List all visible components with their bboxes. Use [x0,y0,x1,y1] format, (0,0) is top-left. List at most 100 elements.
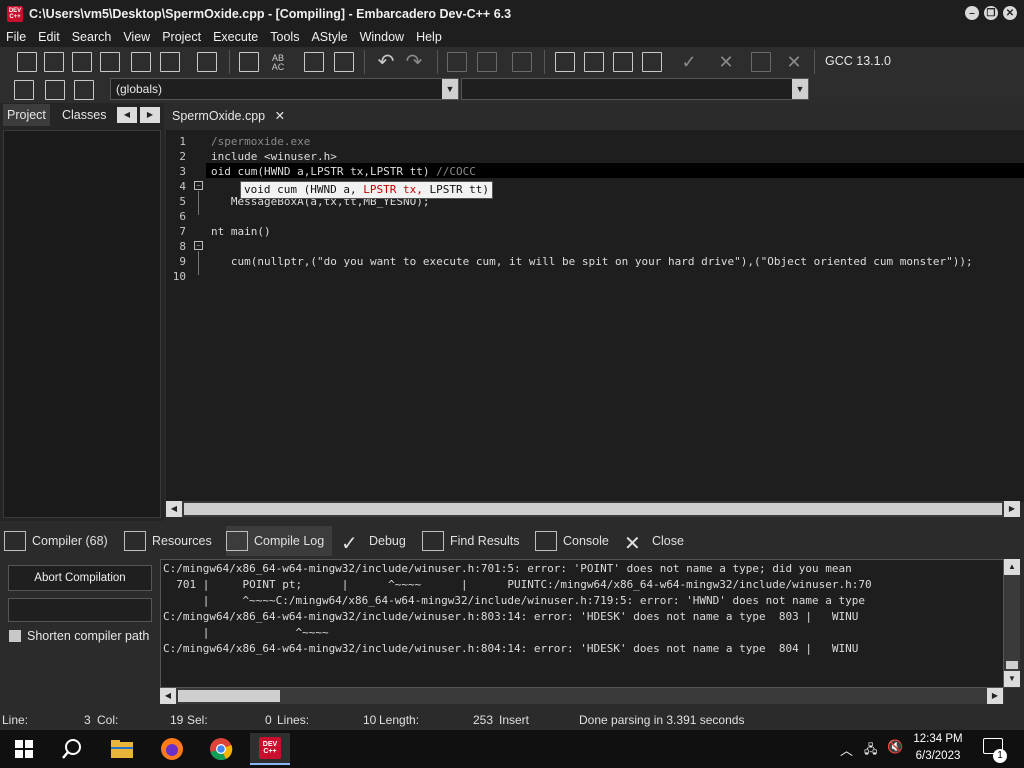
close-file-icon[interactable] [131,52,151,72]
scroll-left-icon[interactable]: ◀ [160,688,176,704]
minimize-button[interactable]: – [965,6,979,20]
log-line: | ^~~~~ [163,626,329,639]
close-window-button[interactable]: ✕ [1003,6,1017,20]
volume-muted-icon[interactable]: 🔇 [887,739,903,755]
scope-combo[interactable]: (globals) ▼ [110,78,459,100]
tab-classes[interactable]: Classes [58,104,110,126]
scrollbar-thumb[interactable] [184,503,1002,515]
tab-compile-log[interactable]: Compile Log [226,526,333,556]
file-explorer-icon[interactable] [106,733,138,765]
windows-start-icon[interactable] [8,733,40,765]
menu-view[interactable]: View [117,30,156,44]
menu-execute[interactable]: Execute [207,30,264,44]
goto-icon[interactable] [14,80,34,100]
rebuild-icon[interactable] [642,52,662,72]
tab-close[interactable]: ✕ Close [624,526,684,556]
log-line: 701 | POINT pt; | ^~~~~ | PUINTC:/mingw6… [163,578,872,591]
tab-scroll-left-icon[interactable]: ◀ [117,107,137,123]
menu-project[interactable]: Project [156,30,207,44]
menu-search[interactable]: Search [66,30,118,44]
delete-profile-icon[interactable]: ✕ [782,52,806,72]
network-icon[interactable]: 🖧 [864,740,877,761]
menu-window[interactable]: Window [354,30,410,44]
bookmark-icon[interactable] [45,80,65,100]
console-icon [535,531,557,551]
check-icon: ✓ [341,533,358,555]
fold-line [198,191,199,215]
unindent-icon[interactable] [334,52,354,72]
search-icon[interactable] [56,733,88,765]
chevron-up-icon[interactable]: ︿ [840,740,853,759]
compile-run-icon[interactable] [613,52,633,72]
scrollbar-thumb[interactable] [1006,661,1018,669]
tab-scroll-right-icon[interactable]: ▶ [140,107,160,123]
compiler-selector[interactable]: GCC 13.1.0 [825,54,891,68]
line-number: 5 [179,195,186,208]
chevron-down-icon[interactable]: ▼ [442,79,458,99]
remove-project-icon[interactable] [477,52,497,72]
open-folder-icon[interactable] [44,52,64,72]
chevron-down-icon[interactable]: ▼ [792,79,808,99]
print-icon[interactable] [197,52,217,72]
code-line: cum(nullptr,("do you want to execute cum… [211,255,973,268]
new-file-icon[interactable] [17,52,37,72]
run-icon[interactable] [584,52,604,72]
grid-icon [4,531,26,551]
toolbar-separator [544,50,545,74]
scroll-right-icon[interactable]: ▶ [1004,501,1020,517]
devcpp-app-icon[interactable]: DEV C++ [7,5,23,22]
project-options-icon[interactable] [512,52,532,72]
editor-tab[interactable]: SpermOxide.cpp ✕ [166,104,286,128]
profile-icon[interactable] [751,52,771,72]
stop-execution-icon[interactable]: ✕ [714,52,738,72]
tab-debug[interactable]: ✓ Debug [341,526,406,556]
code-text: oid cum(HWND a,LPSTR tx,LPSTR tt) [211,165,437,178]
fold-toggle-icon[interactable]: − [194,241,203,250]
tab-console[interactable]: Console [535,526,609,556]
log-horizontal-scrollbar[interactable] [160,688,1004,704]
check-syntax-icon[interactable]: ✓ [677,52,701,72]
tab-project[interactable]: Project [3,104,50,126]
tab-resources[interactable]: Resources [124,526,212,556]
clock-date[interactable]: 6/3/2023 [905,750,971,762]
firefox-icon[interactable] [156,733,188,765]
close-all-icon[interactable] [160,52,180,72]
tab-label: Compile Log [254,534,325,548]
restore-button[interactable]: ❐ [984,6,998,20]
redo-icon[interactable]: ↷ [402,52,426,72]
fold-toggle-icon[interactable]: − [194,181,203,190]
rename-icon[interactable]: AB AC [266,54,290,72]
undo-icon[interactable]: ↶ [374,52,398,72]
abort-compilation-button[interactable]: Abort Compilation [8,565,152,591]
save-icon[interactable] [72,52,92,72]
line-number: 9 [179,255,186,268]
chrome-icon[interactable] [205,733,237,765]
notification-count-badge: 1 [993,749,1007,763]
scroll-right-icon[interactable]: ▶ [987,688,1003,704]
function-combo[interactable]: ▼ [461,78,809,100]
menu-file[interactable]: File [0,30,32,44]
scroll-left-icon[interactable]: ◀ [166,501,182,517]
project-tree[interactable] [3,130,161,518]
scrollbar-thumb[interactable] [178,690,280,702]
menu-help[interactable]: Help [410,30,448,44]
scroll-up-icon[interactable]: ▲ [1004,559,1020,575]
menu-tools[interactable]: Tools [264,30,305,44]
shorten-path-checkbox[interactable]: Shorten compiler path [9,629,149,643]
bookmarks-icon[interactable] [74,80,94,100]
new-project-icon[interactable] [447,52,467,72]
find-icon[interactable] [239,52,259,72]
save-all-icon[interactable] [100,52,120,72]
tab-compiler[interactable]: Compiler (68) [4,526,108,556]
menu-edit[interactable]: Edit [32,30,66,44]
tab-find-results[interactable]: Find Results [422,526,519,556]
checkbox-box[interactable] [9,630,21,642]
toolbar-separator [364,50,365,74]
close-tab-icon[interactable]: ✕ [275,109,285,123]
indent-icon[interactable] [304,52,324,72]
devcpp-taskbar-button[interactable]: DEV C++ [250,733,290,765]
clock-time[interactable]: 12:34 PM [905,733,971,745]
compile-icon[interactable] [555,52,575,72]
menu-astyle[interactable]: AStyle [305,30,353,44]
scroll-down-icon[interactable]: ▼ [1004,671,1020,687]
